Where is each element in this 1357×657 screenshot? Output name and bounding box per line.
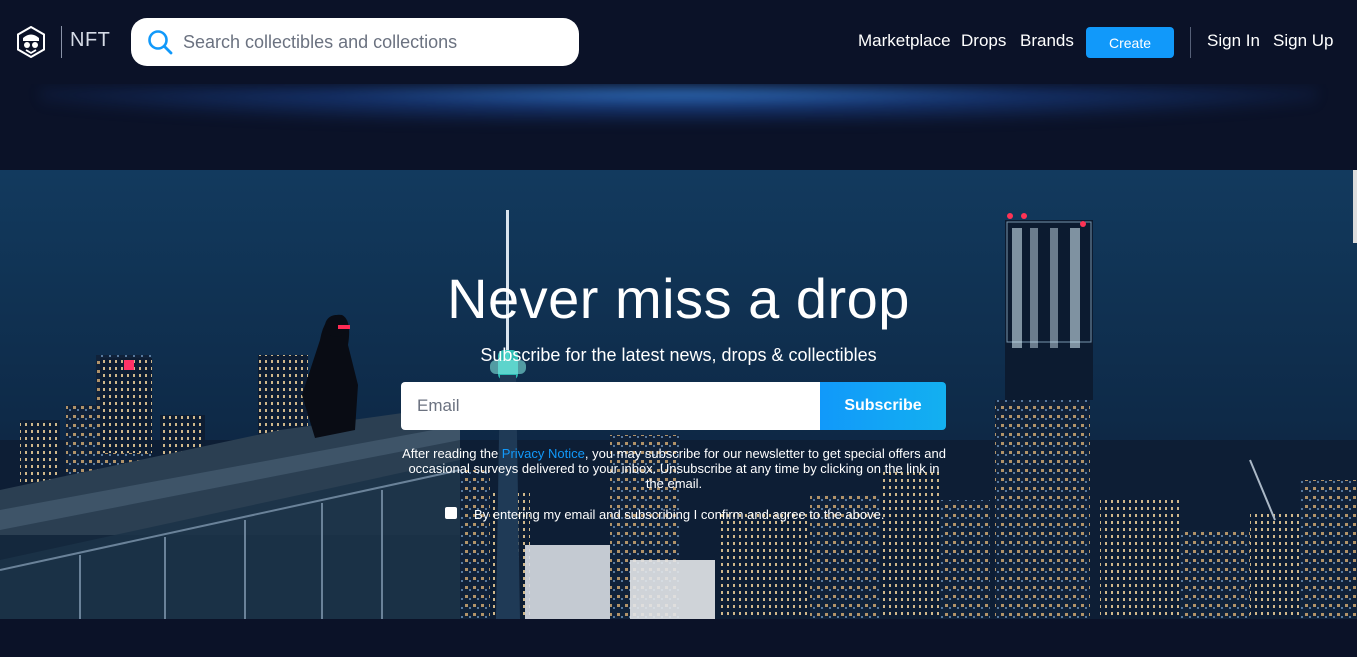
hero-title: Never miss a drop (447, 267, 910, 330)
search-input[interactable] (183, 18, 563, 66)
newsletter-hero: Never miss a drop Subscribe for the late… (0, 170, 1357, 619)
consent-label: By entering my email and subscribing I c… (474, 507, 885, 522)
brand-label: NFT (70, 29, 111, 51)
brand-divider (61, 26, 62, 58)
footer-band (0, 619, 1357, 657)
nav-link-marketplace[interactable]: Marketplace (858, 31, 951, 51)
search-icon (148, 30, 173, 55)
nav-link-brands[interactable]: Brands (1020, 31, 1074, 51)
nav-divider (1190, 27, 1191, 58)
top-navbar: NFT Marketplace Drops Brands Create Sign… (0, 0, 1357, 84)
email-input[interactable] (401, 382, 821, 430)
sign-in-link[interactable]: Sign In (1207, 31, 1260, 51)
sign-up-link[interactable]: Sign Up (1273, 31, 1333, 51)
hero-subtitle: Subscribe for the latest news, drops & c… (480, 345, 877, 365)
legal-text-before: After reading the (402, 446, 502, 461)
search-box[interactable] (131, 18, 579, 66)
scrollbar-thumb[interactable] (1353, 170, 1357, 243)
logo-icon[interactable] (15, 26, 47, 58)
privacy-notice-link[interactable]: Privacy Notice (502, 446, 585, 461)
banner-glow (0, 84, 1357, 170)
create-button[interactable]: Create (1086, 27, 1174, 58)
subscribe-button[interactable]: Subscribe (820, 382, 946, 430)
consent-checkbox[interactable] (445, 507, 457, 519)
legal-notice: After reading the Privacy Notice, you ma… (398, 446, 950, 491)
nav-link-drops[interactable]: Drops (961, 31, 1006, 51)
